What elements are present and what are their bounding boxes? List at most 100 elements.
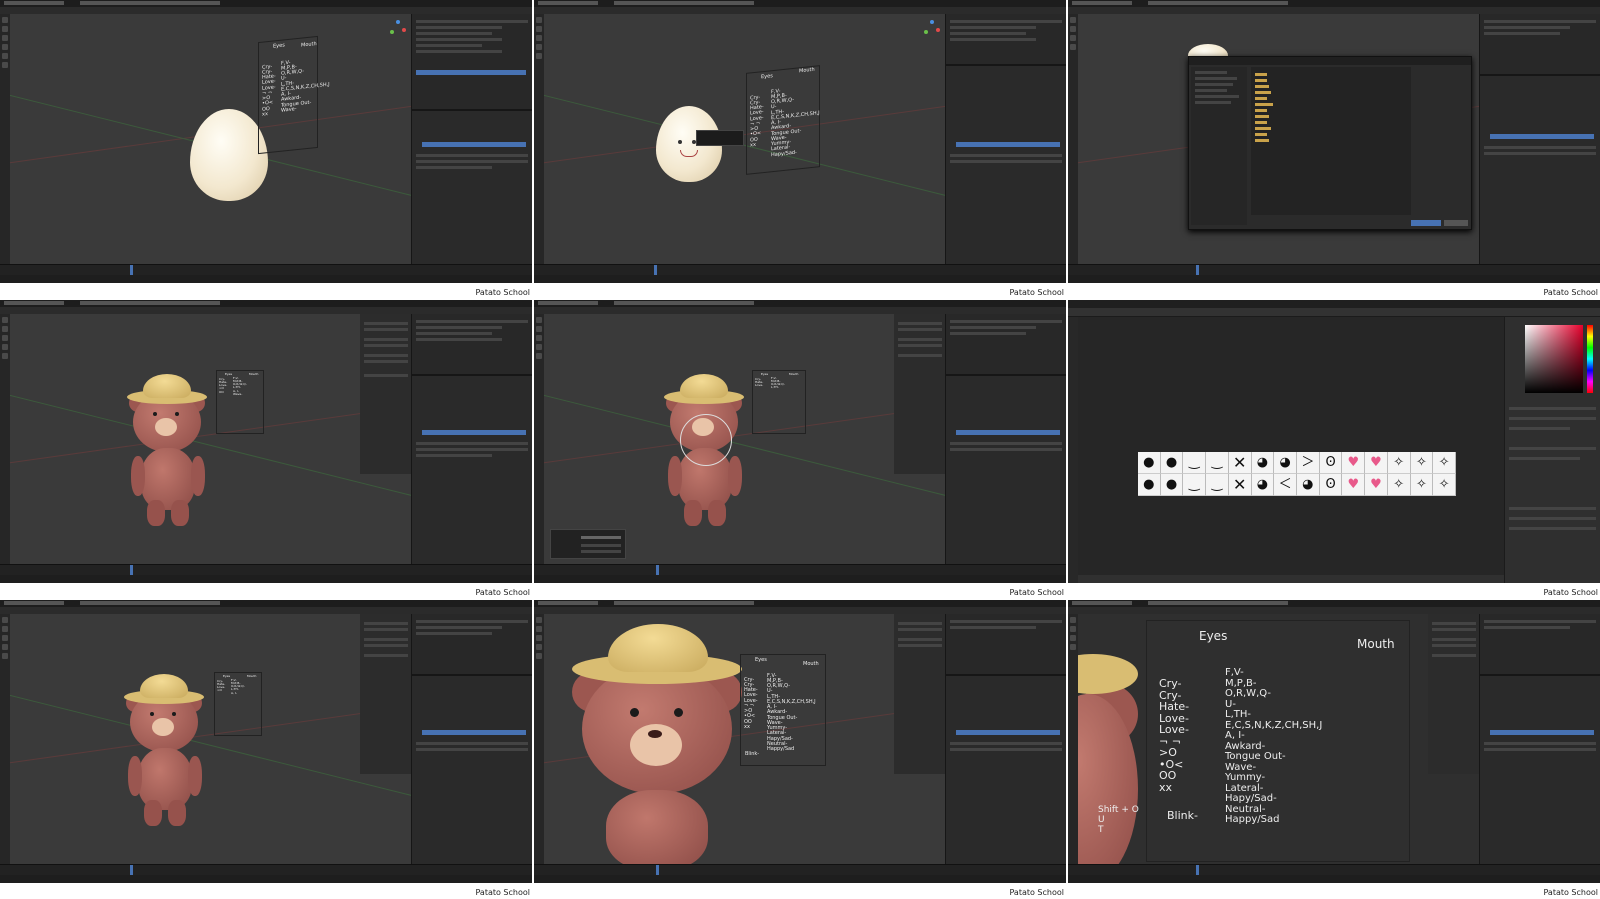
material-slot[interactable] [956, 430, 1060, 435]
top-menu-bar[interactable] [1068, 600, 1600, 607]
timeline[interactable] [1068, 864, 1600, 875]
side-tool-panel[interactable] [1428, 614, 1480, 774]
rotate-tool-icon[interactable] [2, 44, 8, 50]
outliner[interactable] [1480, 614, 1600, 676]
material-slot[interactable] [422, 430, 526, 435]
select-tool-icon[interactable] [536, 17, 542, 23]
material-slot[interactable] [422, 142, 526, 147]
material-slot[interactable] [1490, 730, 1594, 735]
scale-tool-icon[interactable] [2, 53, 8, 59]
file-browser-sidebar[interactable] [1191, 67, 1247, 225]
toolbar[interactable] [0, 614, 10, 865]
material-slot[interactable] [1490, 134, 1594, 139]
cursor-tool-icon[interactable] [2, 26, 8, 32]
timeline[interactable] [0, 264, 532, 275]
transform-tool-icon[interactable] [2, 62, 8, 68]
properties-panel[interactable] [945, 614, 1066, 865]
properties-panel[interactable] [411, 314, 532, 565]
scale-tool-icon[interactable] [536, 53, 542, 59]
timeline[interactable] [534, 264, 1066, 275]
toolbar[interactable] [534, 614, 544, 865]
toolbar[interactable] [534, 14, 544, 265]
context-menu[interactable] [696, 130, 744, 146]
properties-panel[interactable] [945, 14, 1066, 265]
3d-viewport[interactable]: Eyes Mouth Cry- Cry- Hate- Love- Love- ¬ ¬ >O •… [10, 14, 412, 265]
move-tool-icon[interactable] [536, 35, 542, 41]
timeline[interactable] [0, 564, 532, 575]
bear-model[interactable] [122, 664, 212, 834]
rotate-tool-icon[interactable] [536, 44, 542, 50]
side-tool-panel[interactable] [360, 314, 412, 474]
face-label-board[interactable]: Eyes Mouth Cry- Cry- Hate- Love- Love- ¬ ¬ >O •… [1146, 620, 1410, 862]
top-menu-bar[interactable] [0, 600, 532, 607]
bear-model[interactable] [125, 364, 215, 534]
cursor-tool-icon[interactable] [536, 26, 542, 32]
outliner[interactable] [412, 614, 532, 676]
face-label-board[interactable]: Eyes Mouth Cry- Cry- Hate- Love- Love- ¬ ¬ >O •… [740, 654, 826, 766]
material-slot[interactable] [956, 142, 1060, 147]
operator-panel[interactable] [550, 529, 626, 559]
toolbar[interactable] [0, 314, 10, 565]
bear-model[interactable] [662, 364, 752, 534]
face-label-board[interactable]: Eyes Mouth Cry- Hate- Love- >O OO F,V- M,P,B-… [216, 370, 264, 434]
selected-outliner-row[interactable] [416, 70, 526, 75]
bear-model[interactable] [572, 624, 742, 865]
hue-slider[interactable] [1587, 325, 1593, 393]
properties-panel[interactable] [1479, 14, 1600, 265]
file-browser-dialog[interactable] [1188, 56, 1472, 230]
outliner[interactable] [412, 14, 532, 111]
face-label-board[interactable]: Eyes Mouth Cry- Hate- Love- >O F,V- M,P,B- O,… [214, 672, 262, 736]
ps-menu-bar[interactable] [1068, 300, 1600, 308]
ps-panels[interactable] [1504, 317, 1600, 583]
outliner[interactable] [1480, 14, 1600, 76]
3d-viewport[interactable]: Eyes Mouth Cry- Cry- Hate- Love- Love- ¬ ¬ >O •… [544, 614, 946, 865]
3d-viewport[interactable]: Eyes Mouth Cry- Hate- Love- F,V- M,P,B- O,R,… [544, 314, 946, 565]
toolbar[interactable] [1068, 614, 1078, 865]
outliner[interactable] [946, 14, 1066, 66]
top-menu-bar[interactable] [534, 600, 1066, 607]
file-list[interactable] [1251, 67, 1411, 215]
toolbar[interactable] [1068, 14, 1078, 265]
top-menu-bar[interactable] [534, 0, 1066, 7]
face-label-board[interactable]: Eyes Mouth Cry- Cry- Hate- Love- Love- ¬ ¬ >O •… [746, 65, 820, 175]
navigation-gizmo-icon[interactable] [924, 20, 940, 36]
navigation-gizmo-icon[interactable] [390, 20, 406, 36]
timeline[interactable] [534, 564, 1066, 575]
face-label-board[interactable]: Eyes Mouth Cry- Cry- Hate- Love- Love- ¬ ¬ >O •… [258, 35, 330, 155]
ps-document-tabs[interactable] [1078, 317, 1505, 324]
3d-viewport[interactable]: Eyes Mouth Cry- Hate- Love- >O OO F,V- M,P,B-… [10, 314, 412, 565]
timeline[interactable] [1068, 264, 1600, 275]
face-label-board[interactable]: Eyes Mouth Cry- Hate- Love- F,V- M,P,B- O,R,… [752, 370, 806, 434]
timeline[interactable] [534, 864, 1066, 875]
properties-panel[interactable] [411, 14, 532, 265]
side-tool-panel[interactable] [894, 314, 946, 474]
3d-viewport[interactable]: Eyes Mouth Cry- Cry- Hate- Love- Love- ¬ ¬ >O •… [544, 14, 946, 265]
properties-panel[interactable] [1479, 614, 1600, 865]
top-menu-bar[interactable] [0, 300, 532, 307]
3d-viewport[interactable] [1078, 14, 1480, 265]
properties-panel[interactable] [945, 314, 1066, 565]
select-tool-icon[interactable] [2, 17, 8, 23]
3d-viewport[interactable]: Eyes Mouth Cry- Cry- Hate- Love- Love- ¬ ¬ >O •… [1078, 614, 1480, 865]
outliner[interactable] [946, 614, 1066, 676]
top-menu-bar[interactable] [1068, 0, 1600, 7]
3d-viewport[interactable]: Eyes Mouth Cry- Hate- Love- >O F,V- M,P,B- O,… [10, 614, 412, 865]
color-picker[interactable] [1525, 325, 1583, 393]
side-tool-panel[interactable] [894, 614, 946, 774]
properties-panel[interactable] [411, 614, 532, 865]
accept-button[interactable] [1411, 220, 1441, 226]
side-tool-panel[interactable] [360, 614, 412, 774]
timeline[interactable] [0, 864, 532, 875]
move-tool-icon[interactable] [2, 35, 8, 41]
egg-mesh[interactable] [190, 109, 268, 201]
cancel-button[interactable] [1444, 220, 1468, 226]
ps-canvas[interactable]: ● ● ‿ ‿ ✕ ◕ ◕ ＞ Ꙩ ♥ ♥ ✧ ✧ ✧ ● ● ‿ ‿ ✕ ◕ ＜ ◕ Ꙩ ♥ ♥ ✧ ✧ ✧ [1078, 324, 1505, 575]
ps-options-bar[interactable] [1068, 308, 1600, 317]
ps-toolbar[interactable] [1068, 317, 1078, 583]
toolbar[interactable] [534, 314, 544, 565]
material-slot[interactable] [956, 730, 1060, 735]
top-menu-bar[interactable] [0, 0, 532, 7]
outliner[interactable] [946, 314, 1066, 376]
outliner[interactable] [412, 314, 532, 376]
material-slot[interactable] [422, 730, 526, 735]
